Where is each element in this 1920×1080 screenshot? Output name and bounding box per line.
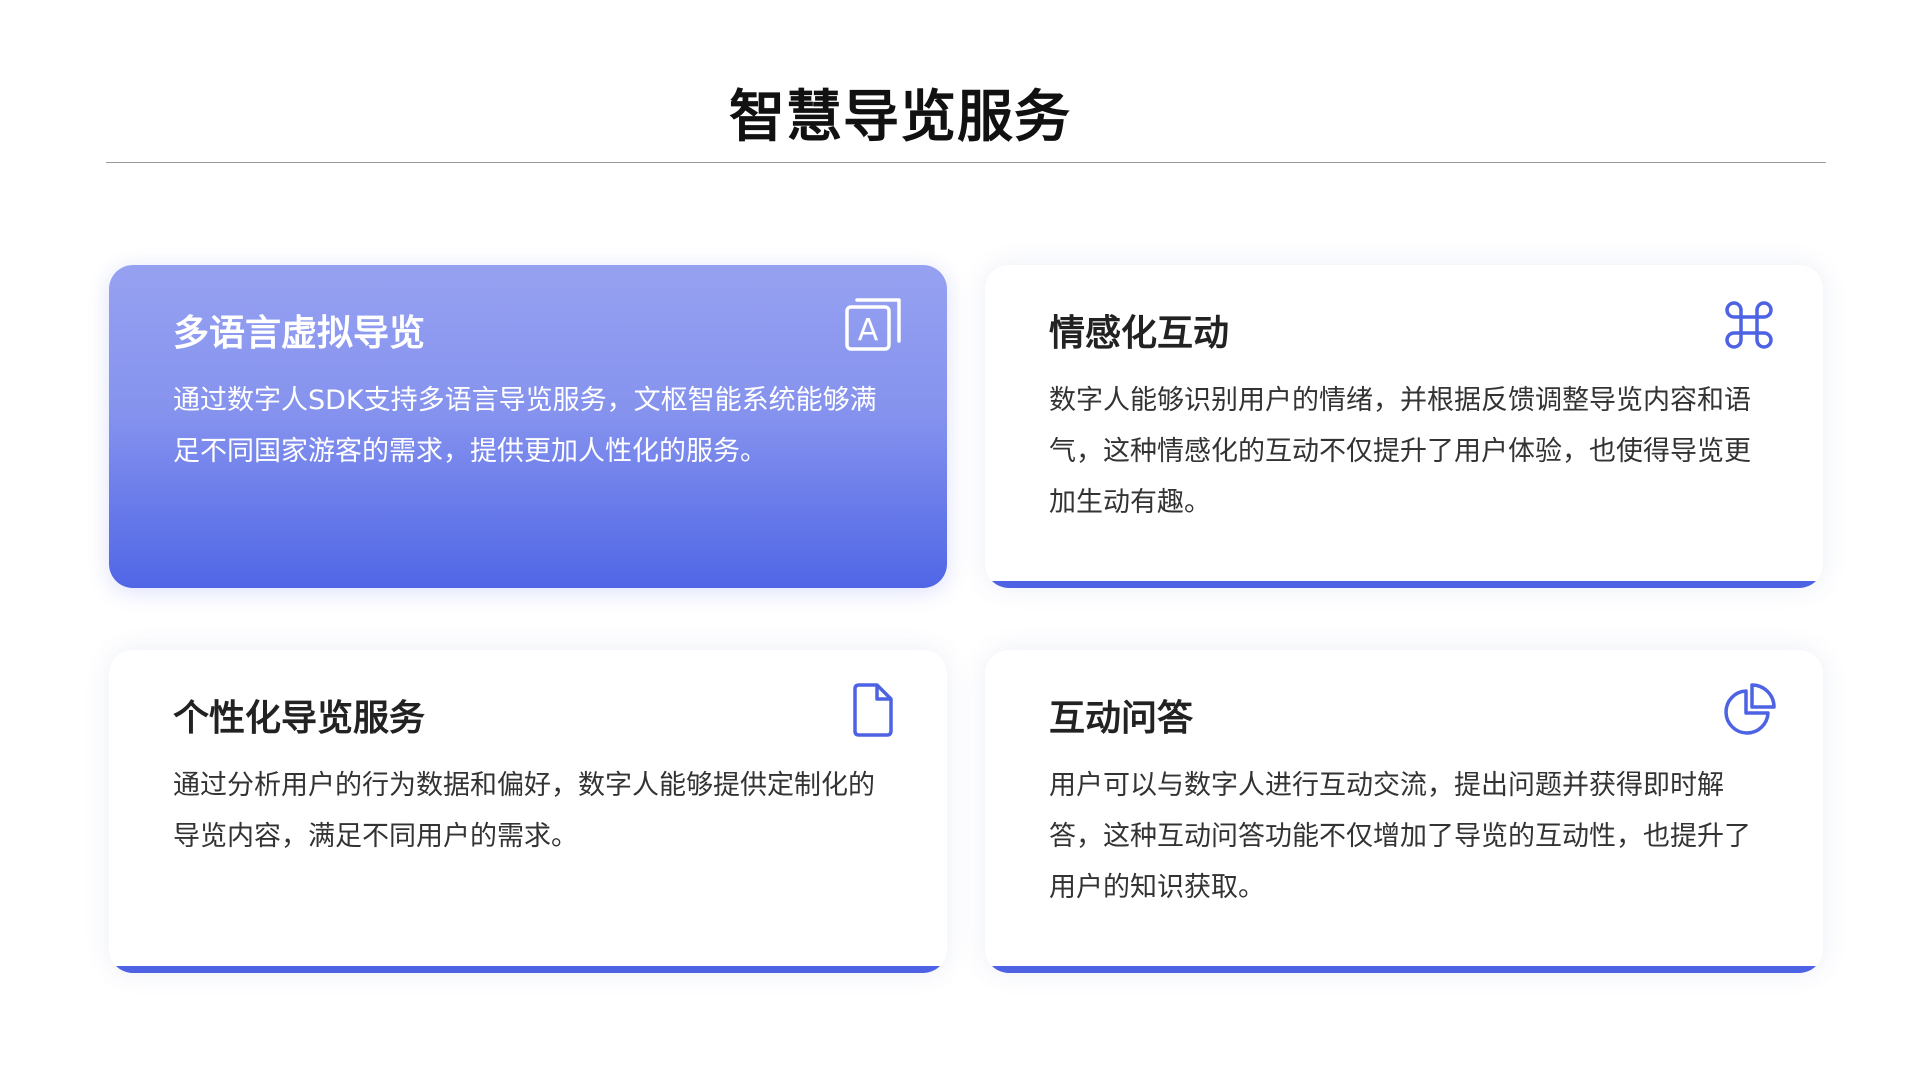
pie-chart-icon <box>1719 680 1779 740</box>
card-interactive-qa[interactable]: 互动问答 用户可以与数字人进行互动交流，提出问题并获得即时解答，这种互动问答功能… <box>985 650 1823 973</box>
card-description: 通过分析用户的行为数据和偏好，数字人能够提供定制化的导览内容，满足不同用户的需求… <box>173 770 875 852</box>
card-emotional-interaction[interactable]: 情感化互动 数字人能够识别用户的情绪，并根据反馈调整导览内容和语气，这种情感化的… <box>985 265 1823 588</box>
card-personalized-tour[interactable]: 个性化导览服务 通过分析用户的行为数据和偏好，数字人能够提供定制化的导览内容，满… <box>109 650 947 973</box>
card-description: 通过数字人SDK支持多语言导览服务，文枢智能系统能够满足不同国家游客的需求，提供… <box>173 385 877 467</box>
card-description: 数字人能够识别用户的情绪，并根据反馈调整导览内容和语气，这种情感化的互动不仅提升… <box>1049 385 1751 518</box>
card-title: 情感化互动 <box>1049 313 1230 354</box>
document-icon <box>843 680 903 740</box>
card-title: 多语言虚拟导览 <box>173 313 426 354</box>
page-title: 智慧导览服务 <box>729 85 1071 150</box>
card-title: 互动问答 <box>1049 698 1194 739</box>
card-title: 个性化导览服务 <box>173 698 426 739</box>
title-divider <box>106 162 1826 163</box>
svg-text:A: A <box>858 313 879 348</box>
card-description: 用户可以与数字人进行互动交流，提出问题并获得即时解答，这种互动问答功能不仅增加了… <box>1049 770 1751 903</box>
translate-icon: A <box>843 295 903 355</box>
command-icon <box>1719 295 1779 355</box>
card-multilingual-tour[interactable]: 多语言虚拟导览 A 通过数字人SDK支持多语言导览服务，文枢智能系统能够满足不同… <box>109 265 947 588</box>
